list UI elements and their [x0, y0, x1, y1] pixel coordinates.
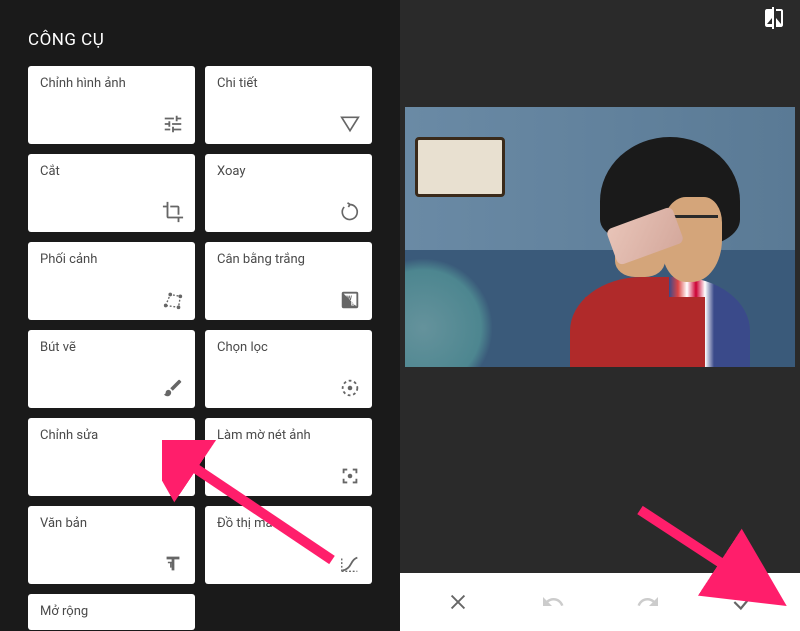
compare-icon[interactable] — [762, 6, 786, 34]
tool-tune-image[interactable]: Chỉnh hình ảnh — [28, 66, 195, 144]
tool-label: Cắt — [40, 164, 183, 179]
tool-label: Chọn lọc — [217, 340, 360, 355]
tool-white-balance[interactable]: Cân bằng trắng WB — [205, 242, 372, 320]
vignette-icon — [338, 464, 362, 488]
perspective-icon — [161, 288, 185, 312]
brush-icon — [161, 376, 185, 400]
tool-label: Làm mờ nét ảnh — [217, 428, 360, 443]
tool-perspective[interactable]: Phối cảnh — [28, 242, 195, 320]
tool-label: Mở rộng — [40, 604, 183, 619]
editor-panel — [400, 0, 800, 631]
tool-rotate[interactable]: Xoay — [205, 154, 372, 232]
tool-details[interactable]: Chi tiết — [205, 66, 372, 144]
tool-label: Văn bản — [40, 516, 183, 531]
tool-label: Đồ thị màu — [217, 516, 360, 531]
tool-vignette[interactable]: Làm mờ nét ảnh — [205, 418, 372, 496]
apply-button[interactable] — [725, 584, 761, 620]
curves-icon — [338, 552, 362, 576]
selective-icon — [338, 376, 362, 400]
editor-bottom-bar — [400, 573, 800, 631]
photo-canvas[interactable] — [405, 107, 795, 367]
healing-icon — [161, 464, 185, 488]
tool-label: Cân bằng trắng — [217, 252, 360, 267]
rotate-icon — [338, 200, 362, 224]
tool-curves[interactable]: Đồ thị màu — [205, 506, 372, 584]
svg-text:B: B — [351, 300, 355, 308]
tool-label: Bút vẽ — [40, 340, 183, 355]
tune-icon — [161, 112, 185, 136]
crop-icon — [161, 200, 185, 224]
tool-selective[interactable]: Chọn lọc — [205, 330, 372, 408]
text-icon — [161, 552, 185, 576]
tool-text[interactable]: Văn bản — [28, 506, 195, 584]
panel-title: CÔNG CỤ — [0, 0, 400, 66]
tool-brush[interactable]: Bút vẽ — [28, 330, 195, 408]
white-balance-icon: WB — [338, 288, 362, 312]
tools-panel: CÔNG CỤ Chỉnh hình ảnh Chi tiết Cắt Xoay — [0, 0, 400, 631]
tool-grid: Chỉnh hình ảnh Chi tiết Cắt Xoay Phối cả — [0, 66, 400, 630]
tool-label: Xoay — [217, 164, 360, 179]
tool-label: Chi tiết — [217, 76, 360, 91]
tool-expand[interactable]: Mở rộng — [28, 594, 195, 630]
tool-crop[interactable]: Cắt — [28, 154, 195, 232]
cancel-button[interactable] — [440, 584, 476, 620]
editor-top-bar — [400, 0, 800, 40]
undo-button[interactable] — [535, 584, 571, 620]
tool-label: Chỉnh sửa — [40, 428, 183, 443]
image-canvas-area — [400, 40, 800, 573]
tool-label: Chỉnh hình ảnh — [40, 76, 183, 91]
details-icon — [338, 112, 362, 136]
tool-healing[interactable]: Chỉnh sửa — [28, 418, 195, 496]
tool-label: Phối cảnh — [40, 252, 183, 267]
redo-button[interactable] — [630, 584, 666, 620]
